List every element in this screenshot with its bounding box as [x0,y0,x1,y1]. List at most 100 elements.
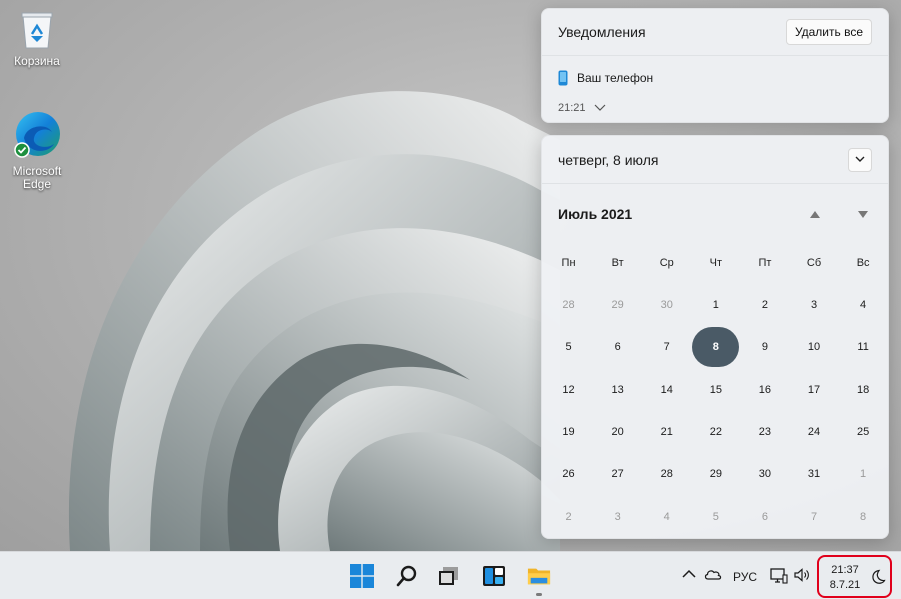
desktop-icon-recycle-bin[interactable]: Корзина [0,10,74,68]
clock-date: 8.7.21 [829,579,861,591]
calendar-day-number: 4 [663,510,670,523]
notification-app-name: Ваш телефон [577,71,654,85]
calendar-day[interactable]: 8 [839,495,888,537]
calendar-day[interactable]: 1 [839,453,888,495]
calendar-day[interactable]: 9 [740,326,789,368]
calendar-day[interactable]: 2 [544,495,593,537]
calendar-day-number: 13 [611,383,624,396]
calendar-day[interactable]: 6 [593,326,642,368]
calendar-day[interactable]: 28 [642,453,691,495]
calendar-day-number: 12 [562,383,575,396]
volume-button[interactable] [794,568,810,582]
calendar-day[interactable]: 1 [691,284,740,326]
calendar-day[interactable]: 21 [642,411,691,453]
desktop-icon-label: Microsoft Edge [12,164,62,191]
calendar-day[interactable]: 29 [691,453,740,495]
calendar-day[interactable]: 23 [740,411,789,453]
task-view-button[interactable] [437,564,461,588]
calendar-weekday-header: Вт [611,256,624,269]
calendar-day[interactable]: 20 [593,411,642,453]
calendar-day-number: 11 [857,341,869,354]
calendar-day[interactable]: 6 [740,495,789,537]
cloud-icon [704,570,722,580]
calendar-day[interactable]: 31 [789,453,838,495]
calendar-day[interactable]: 4 [839,284,888,326]
notification-time-row: 21:21 [558,102,872,114]
calendar-weekday-header: Пт [758,256,772,269]
calendar-day[interactable]: 27 [593,453,642,495]
chevron-down-icon[interactable] [594,104,606,112]
file-explorer-button[interactable] [527,564,551,588]
calendar-day[interactable]: 28 [544,284,593,326]
calendar-day[interactable]: 25 [839,411,888,453]
notification-title: Уведомления [558,24,646,40]
network-button[interactable] [770,568,788,584]
calendar-day[interactable]: 17 [789,369,838,411]
widgets-button[interactable] [482,564,506,588]
calendar-month-label[interactable]: Июль 2021 [558,206,632,222]
calendar-weekday-header: Чт [709,256,723,269]
calendar-day[interactable]: 19 [544,411,593,453]
show-hidden-icons-button[interactable] [682,569,696,578]
calendar-day[interactable]: 11 [839,326,888,368]
calendar-day-number: 30 [660,299,673,312]
calendar-day[interactable]: 13 [593,369,642,411]
calendar-day[interactable]: 14 [642,369,691,411]
calendar-day[interactable]: 4 [642,495,691,537]
desktop-icon-edge[interactable]: Microsoft Edge [0,110,74,191]
calendar-day[interactable]: 7 [789,495,838,537]
calendar-grid: Пн Вт Ср Чт Пт Сб Вс 28 29 30 1 2 3 4 5 6 7 8 9 10 11 12 13 14 1… [542,241,890,538]
calendar-day[interactable]: 7 [642,326,691,368]
calendar-month-nav: Июль 2021 [542,184,888,244]
calendar-day-today[interactable]: 8 [691,326,740,368]
calendar-day-number: 6 [614,341,621,354]
calendar-day[interactable]: 18 [839,369,888,411]
calendar-day[interactable]: 5 [691,495,740,537]
calendar-weekday-header: Вс [856,256,870,269]
calendar-day-number: 6 [761,510,768,523]
calendar-day-number: 3 [810,299,818,312]
calendar-day[interactable]: 12 [544,369,593,411]
calendar-day[interactable]: 24 [789,411,838,453]
calendar-day[interactable]: 2 [740,284,789,326]
calendar-day-number: 26 [562,468,575,481]
calendar-day[interactable]: 3 [789,284,838,326]
search-button[interactable] [395,564,419,588]
calendar-collapse-button[interactable] [848,147,872,172]
calendar-header: четверг, 8 июля [542,136,888,184]
calendar-day[interactable]: 3 [593,495,642,537]
chevron-up-icon [682,569,696,578]
calendar-day[interactable]: 30 [642,284,691,326]
calendar-day[interactable]: 26 [544,453,593,495]
calendar-day[interactable]: 22 [691,411,740,453]
previous-month-button[interactable] [808,207,822,221]
calendar-day-number: 28 [660,468,673,481]
calendar-day-number: 4 [860,299,867,312]
notification-item[interactable]: Ваш телефон 21:21 [542,56,888,114]
calendar-day[interactable]: 15 [691,369,740,411]
onedrive-button[interactable] [704,568,722,580]
search-icon [396,565,417,587]
calendar-day[interactable]: 30 [740,453,789,495]
clock-button[interactable]: 21:37 8.7.21 [817,555,892,598]
focus-assist-moon-icon[interactable] [870,569,886,585]
clear-all-button[interactable]: Удалить все [785,19,872,45]
language-indicator[interactable]: РУС [733,570,757,584]
taskbar: РУС 21:37 8.7.21 [0,551,901,599]
start-button[interactable] [350,564,374,588]
widgets-icon [483,566,505,586]
notification-app-row: Ваш телефон [558,70,872,86]
running-app-indicator [536,593,542,596]
calendar-weekday-header: Сб [806,256,822,269]
calendar-day[interactable]: 5 [544,326,593,368]
calendar-day-number: 22 [709,426,722,439]
next-month-button[interactable] [856,207,870,221]
calendar-day[interactable]: 10 [789,326,838,368]
calendar-day-number: 1 [712,299,719,312]
calendar-day-number: 1 [860,468,867,481]
calendar-date-label: четверг, 8 июля [558,151,659,168]
calendar-day-number: 23 [758,426,772,439]
calendar-day[interactable]: 29 [593,284,642,326]
calendar-day-number: 5 [712,510,719,523]
calendar-day[interactable]: 16 [740,369,789,411]
